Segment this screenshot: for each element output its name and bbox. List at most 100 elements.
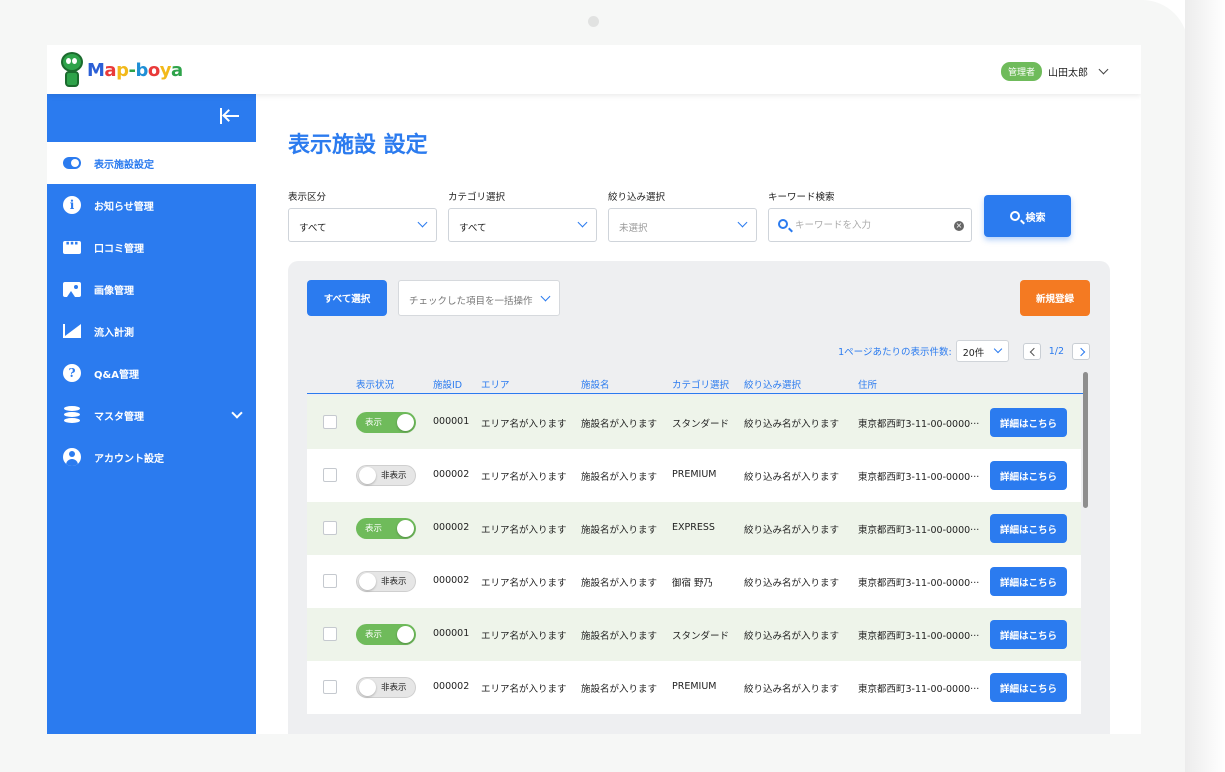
column-header-category: カテゴリ選択 (672, 380, 730, 391)
chevron-down-icon (417, 217, 428, 228)
column-header-area: エリア (481, 380, 510, 391)
row-checkbox[interactable] (323, 521, 337, 535)
sidebar-item-facility-display[interactable]: 表示施設設定 (47, 142, 256, 184)
display-toggle[interactable]: 表示 (356, 518, 416, 539)
table-row: 表示 000001 エリア名が入ります 施設名が入ります スタンダード 絞り込み… (307, 396, 1081, 449)
sidebar-item-notices[interactable]: i お知らせ管理 (47, 184, 256, 226)
filter-label: キーワード検索 (768, 192, 835, 203)
select-value: すべて (459, 223, 487, 234)
cell-name: 施設名が入ります (581, 525, 658, 536)
sidebar-item-label: マスタ管理 (94, 411, 144, 423)
filter-label: 表示区分 (288, 192, 327, 203)
display-toggle[interactable]: 非表示 (356, 677, 416, 698)
prev-page-button[interactable] (1022, 342, 1041, 360)
cell-address: 東京都西町3-11-00-0000··· (858, 525, 980, 536)
chat-icon (63, 236, 81, 256)
detail-button[interactable]: 詳細はこちら (990, 408, 1067, 437)
detail-button[interactable]: 詳細はこちら (990, 514, 1067, 543)
cell-address: 東京都西町3-11-00-0000··· (858, 684, 980, 695)
cell-name: 施設名が入ります (581, 684, 658, 695)
sidebar-item-master[interactable]: マスタ管理 (47, 394, 256, 436)
keyword-search-field: × (768, 208, 972, 242)
cell-narrow: 絞り込み名が入ります (744, 631, 840, 642)
search-button[interactable]: 検索 (984, 195, 1071, 237)
filter-keyword: キーワード検索 × (768, 189, 972, 242)
cell-narrow: 絞り込み名が入ります (744, 578, 840, 589)
filter-category: カテゴリ選択 すべて (448, 189, 597, 242)
cell-id: 000002 (433, 469, 470, 480)
column-header-id: 施設ID (433, 380, 463, 391)
filter-label: 絞り込み選択 (608, 192, 666, 203)
chevron-down-icon (1098, 64, 1109, 75)
cell-narrow: 絞り込み名が入ります (744, 472, 840, 483)
chevron-down-icon (577, 217, 588, 228)
search-button-label: 検索 (1025, 212, 1046, 224)
cell-category: スタンダード (672, 631, 730, 642)
mascot-icon (59, 52, 85, 88)
sidebar-nav: 表示施設設定 i お知らせ管理 口コミ管理 画像管理 流入計測 (47, 142, 256, 478)
cell-category: 御宿 野乃 (672, 578, 714, 589)
sidebar-item-traffic[interactable]: 流入計測 (47, 310, 256, 352)
cell-category: PREMIUM (672, 469, 717, 480)
collapse-sidebar-icon[interactable] (220, 108, 240, 124)
clear-icon[interactable]: × (954, 221, 964, 231)
toggle-icon (63, 154, 81, 172)
per-page-select[interactable]: 20件 (955, 340, 1009, 362)
row-checkbox[interactable] (323, 680, 337, 694)
narrow-select[interactable]: 未選択 (608, 208, 757, 242)
cell-area: エリア名が入ります (481, 419, 567, 430)
sidebar-item-images[interactable]: 画像管理 (47, 268, 256, 310)
display-toggle[interactable]: 非表示 (356, 465, 416, 486)
table-scrollbar[interactable] (1083, 372, 1088, 508)
detail-button[interactable]: 詳細はこちら (990, 620, 1067, 649)
cell-address: 東京都西町3-11-00-0000··· (858, 419, 980, 430)
column-header-status: 表示状況 (356, 380, 395, 391)
display-toggle[interactable]: 表示 (356, 412, 416, 433)
sidebar-item-account[interactable]: アカウント設定 (47, 436, 256, 478)
detail-button[interactable]: 詳細はこちら (990, 673, 1067, 702)
chevron-down-icon (993, 344, 1002, 354)
role-badge: 管理者 (1000, 62, 1042, 81)
filter-label: カテゴリ選択 (448, 192, 506, 203)
cell-name: 施設名が入ります (581, 472, 658, 483)
toggle-label: 表示 (365, 630, 383, 640)
cell-name: 施設名が入ります (581, 631, 658, 642)
row-checkbox[interactable] (323, 415, 337, 429)
sidebar-item-qa[interactable]: ? Q&A管理 (47, 352, 256, 394)
table-row: 表示 000001 エリア名が入ります 施設名が入ります スタンダード 絞り込み… (307, 608, 1081, 661)
sidebar-item-reviews[interactable]: 口コミ管理 (47, 226, 256, 268)
table-row: 非表示 000002 エリア名が入ります 施設名が入ります PREMIUM 絞り… (307, 449, 1081, 502)
cell-narrow: 絞り込み名が入ります (744, 525, 840, 536)
cell-address: 東京都西町3-11-00-0000··· (858, 472, 980, 483)
chevron-down-icon[interactable] (231, 407, 243, 419)
user-menu[interactable]: 管理者 山田太郎 (1000, 62, 1109, 81)
sidebar-item-label: 口コミ管理 (94, 243, 144, 255)
row-checkbox[interactable] (323, 627, 337, 641)
detail-button[interactable]: 詳細はこちら (990, 567, 1067, 596)
display-toggle[interactable]: 表示 (356, 624, 416, 645)
category-select[interactable]: すべて (448, 208, 597, 242)
toggle-label: 非表示 (381, 471, 407, 481)
bulk-action-select[interactable]: チェックした項目を一括操作 (398, 280, 560, 316)
app-logo[interactable]: Map-boya (59, 52, 183, 88)
device-edge (1185, 0, 1225, 772)
cell-category: スタンダード (672, 419, 730, 430)
row-checkbox[interactable] (323, 574, 337, 588)
new-registration-button[interactable]: 新規登録 (1020, 280, 1090, 316)
next-page-button[interactable] (1072, 342, 1090, 360)
keyword-input[interactable] (795, 217, 945, 233)
sidebar-item-label: 表示施設設定 (94, 159, 154, 171)
cell-area: エリア名が入ります (481, 631, 567, 642)
page-info: 1/2 (1048, 345, 1064, 357)
display-select[interactable]: すべて (288, 208, 437, 242)
select-value: 20件 (962, 348, 985, 359)
select-all-button[interactable]: すべて選択 (307, 280, 387, 316)
display-toggle[interactable]: 非表示 (356, 571, 416, 592)
cell-id: 000001 (433, 628, 470, 639)
detail-button[interactable]: 詳細はこちら (990, 461, 1067, 490)
row-checkbox[interactable] (323, 468, 337, 482)
cell-category: PREMIUM (672, 681, 717, 692)
sidebar-item-label: アカウント設定 (94, 453, 164, 465)
select-value: すべて (299, 223, 327, 234)
toggle-label: 非表示 (381, 577, 407, 587)
